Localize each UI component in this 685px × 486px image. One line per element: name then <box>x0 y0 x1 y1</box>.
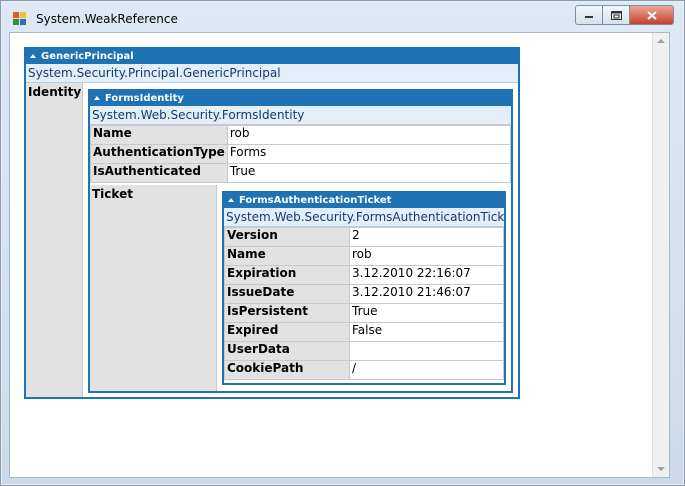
generic-principal-title: GenericPrincipal <box>41 51 134 62</box>
forms-identity-table: Name rob AuthenticationType Forms IsAuth… <box>90 125 512 183</box>
value-cell: 3.12.2010 21:46:07 <box>349 284 504 304</box>
ticket-key-label: Ticket <box>92 187 133 201</box>
key-cell: Version <box>224 227 350 247</box>
app-icon <box>13 12 26 25</box>
forms-auth-ticket-type: System.Web.Security.FormsAuthenticationT… <box>224 208 504 227</box>
window-title: System.WeakReference <box>36 12 178 26</box>
value-cell: True <box>226 163 512 183</box>
table-row: Expiration 3.12.2010 22:16:07 <box>224 265 504 285</box>
close-icon <box>646 10 657 20</box>
table-row: AuthenticationType Forms <box>90 144 512 164</box>
key-cell: IsAuthenticated <box>90 163 228 183</box>
vertical-scrollbar[interactable] <box>652 33 669 477</box>
table-row: CookiePath / <box>224 360 504 380</box>
forms-identity-type: System.Web.Security.FormsIdentity <box>90 106 511 125</box>
value-cell: True <box>349 303 504 323</box>
forms-identity-title: FormsIdentity <box>105 93 184 104</box>
value-cell: False <box>349 322 504 342</box>
collapse-caret-icon[interactable] <box>228 198 234 202</box>
key-cell: Name <box>90 125 228 145</box>
key-cell: IssueDate <box>224 284 350 304</box>
table-row: Name rob <box>90 125 512 145</box>
generic-principal-header[interactable]: GenericPrincipal <box>26 49 518 64</box>
forms-identity-panel: FormsIdentity System.Web.Security.FormsI… <box>88 89 513 393</box>
scroll-down-icon[interactable] <box>657 467 665 471</box>
collapse-caret-icon[interactable] <box>94 96 100 100</box>
content-area: GenericPrincipal System.Security.Princip… <box>9 32 670 478</box>
identity-key-label: Identity <box>28 85 82 99</box>
table-row: IssueDate 3.12.2010 21:46:07 <box>224 284 504 304</box>
generic-principal-panel: GenericPrincipal System.Security.Princip… <box>24 47 520 399</box>
collapse-caret-icon[interactable] <box>30 54 36 58</box>
value-cell: rob <box>226 125 512 145</box>
forms-auth-ticket-panel: FormsAuthenticationTicket System.Web.Sec… <box>222 191 506 385</box>
key-cell: CookiePath <box>224 360 350 380</box>
value-cell <box>349 341 504 361</box>
key-cell: AuthenticationType <box>90 144 228 164</box>
key-cell: UserData <box>224 341 350 361</box>
minimize-icon <box>585 16 593 18</box>
maximize-button[interactable] <box>602 5 629 25</box>
minimize-button[interactable] <box>575 5 602 25</box>
table-row: UserData <box>224 341 504 361</box>
table-row: Name rob <box>224 246 504 266</box>
value-cell: rob <box>349 246 504 266</box>
value-cell: 3.12.2010 22:16:07 <box>349 265 504 285</box>
forms-auth-ticket-title: FormsAuthenticationTicket <box>239 195 392 206</box>
value-cell: / <box>349 360 504 380</box>
scroll-up-icon[interactable] <box>657 39 665 43</box>
maximize-icon <box>610 10 622 20</box>
key-cell: IsPersistent <box>224 303 350 323</box>
ticket-table: Version 2 Name rob Expiration 3.12.2010 … <box>224 227 504 380</box>
ticket-key-cell: Ticket <box>90 185 217 391</box>
close-button[interactable] <box>629 5 674 25</box>
generic-principal-type: System.Security.Principal.GenericPrincip… <box>26 64 518 83</box>
value-cell: Forms <box>226 144 512 164</box>
table-row: Version 2 <box>224 227 504 247</box>
forms-identity-header[interactable]: FormsIdentity <box>90 91 511 106</box>
value-cell: 2 <box>349 227 504 247</box>
table-row: IsPersistent True <box>224 303 504 323</box>
key-cell: Name <box>224 246 350 266</box>
key-cell: Expiration <box>224 265 350 285</box>
key-cell: Expired <box>224 322 350 342</box>
table-row: Expired False <box>224 322 504 342</box>
window: System.WeakReference GenericPrincipal Sy… <box>0 0 685 486</box>
window-controls <box>575 5 674 25</box>
forms-auth-ticket-header[interactable]: FormsAuthenticationTicket <box>224 193 504 208</box>
identity-key-cell: Identity <box>26 83 83 397</box>
title-bar[interactable]: System.WeakReference <box>1 1 684 33</box>
table-row: IsAuthenticated True <box>90 163 512 183</box>
